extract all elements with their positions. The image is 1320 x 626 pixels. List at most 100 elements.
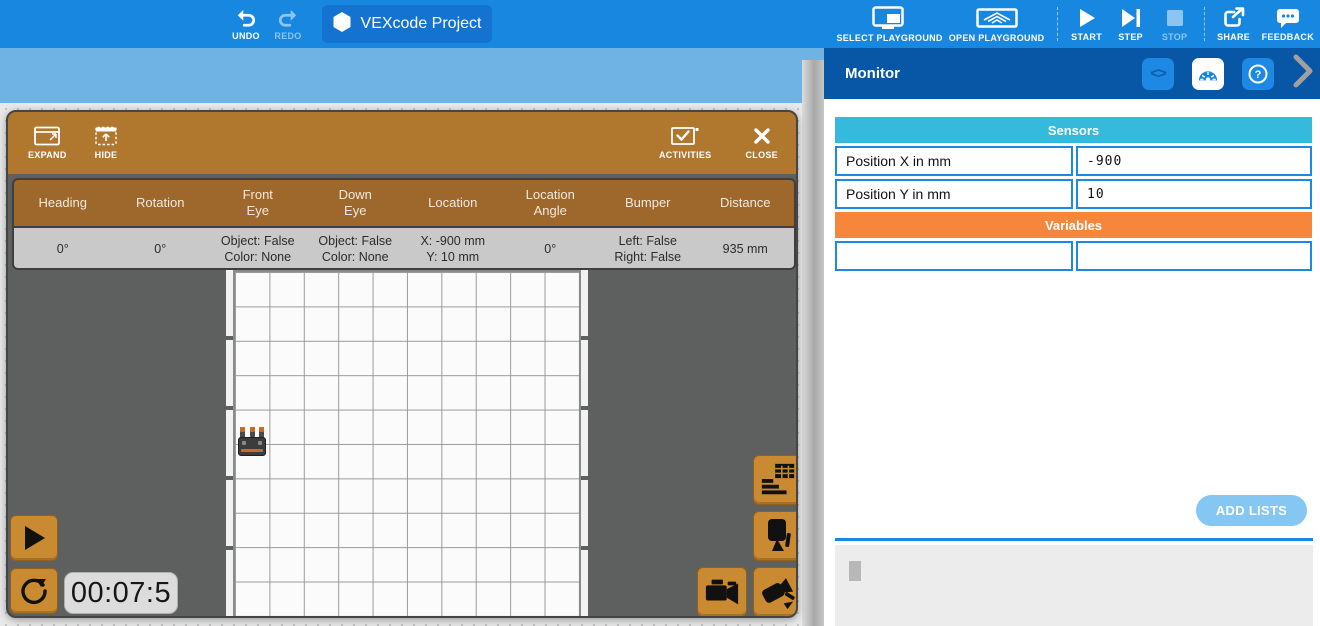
feedback-button[interactable]: FEEDBACK [1262, 7, 1314, 42]
svg-text:?: ? [1255, 69, 1262, 81]
sensors-banner: Sensors [835, 117, 1312, 143]
vertical-scrollbar[interactable] [802, 60, 824, 626]
toolbar-separator [1057, 7, 1058, 41]
robot-stripe [241, 449, 263, 452]
undo-button[interactable]: UNDO [226, 8, 266, 41]
reset-button[interactable] [10, 568, 58, 614]
dashboard-column-header: Distance [697, 180, 795, 226]
hexagon-icon [333, 12, 351, 37]
sensor-value: -900 [1076, 146, 1312, 176]
robot-view-icon [760, 517, 796, 555]
dashboard-column-header: LocationAngle [502, 180, 600, 226]
start-icon [1077, 7, 1097, 29]
close-label: CLOSE [745, 150, 778, 160]
stop-icon [1165, 7, 1185, 29]
open-playground-button[interactable]: OPEN PLAYGROUND [946, 6, 1048, 43]
field-wall-right [581, 270, 588, 618]
stop-button[interactable]: STOP [1155, 7, 1195, 42]
robot-detail-right [258, 441, 262, 445]
close-button[interactable]: CLOSE [745, 126, 778, 160]
dashboard-value-cell: Object: FalseColor: None [307, 228, 405, 270]
video-camera-icon [703, 574, 741, 610]
robot-detail-left [242, 441, 246, 445]
help-button[interactable]: ? [1242, 58, 1274, 90]
gauge-icon [1197, 64, 1219, 84]
dashboard-view-button[interactable] [1192, 58, 1224, 90]
playground-window-header: EXPAND HIDE ACTIVITIES [8, 112, 796, 174]
dashboard-column-header: Heading [14, 180, 112, 226]
code-view-button[interactable]: <> [1142, 58, 1174, 90]
camera-button[interactable] [753, 567, 798, 617]
sensor-label: Position X in mm [835, 146, 1073, 176]
chevron-right-icon [1288, 52, 1316, 90]
variable-name-cell [835, 241, 1073, 271]
robot[interactable] [237, 427, 267, 457]
timer-value: 00:07:5 [71, 577, 171, 610]
play-icon [21, 524, 47, 552]
variables-banner: Variables [835, 212, 1312, 238]
monitor-header: Monitor <> ? [824, 48, 1320, 99]
redo-button[interactable]: REDO [268, 8, 308, 41]
dashboard-value-cell: X: -900 mmY: 10 mm [404, 228, 502, 270]
robot-body [238, 437, 266, 456]
step-label: STEP [1118, 32, 1143, 42]
variables-empty-row [835, 241, 1312, 271]
dashboard-value-cell: 0° [112, 228, 210, 270]
console-area[interactable] [835, 545, 1313, 626]
monitor-divider [835, 538, 1313, 541]
block-palette-strip [0, 48, 824, 103]
start-label: START [1071, 32, 1102, 42]
video-camera-button[interactable] [697, 567, 747, 617]
field-grid [233, 270, 581, 618]
share-label: SHARE [1217, 32, 1250, 42]
camera-icon [759, 573, 797, 611]
undo-icon [235, 8, 257, 28]
dashboard-column-header: Rotation [112, 180, 210, 226]
variable-value-cell [1076, 241, 1312, 271]
top-toolbar: UNDO REDO VEXcode Project SELECT PLAYGRO… [0, 0, 1320, 48]
add-lists-button[interactable]: ADD LISTS [1196, 495, 1307, 526]
code-icon: <> [1150, 65, 1166, 82]
play-button[interactable] [10, 515, 58, 561]
dashboard-column-header: FrontEye [209, 180, 307, 226]
playground-window: EXPAND HIDE ACTIVITIES [6, 110, 798, 618]
feedback-icon [1276, 7, 1300, 29]
select-playground-icon [872, 6, 908, 30]
select-playground-label: SELECT PLAYGROUND [836, 33, 942, 43]
share-button[interactable]: SHARE [1214, 7, 1254, 42]
project-title: VEXcode Project [361, 15, 482, 33]
monitor-table: Sensors Position X in mm-900Position Y i… [835, 117, 1312, 274]
activities-button[interactable]: ACTIVITIES [659, 126, 712, 160]
console-cursor [849, 561, 861, 581]
hide-button[interactable]: HIDE [95, 126, 118, 160]
dashboard-value-cell: Left: FalseRight: False [599, 228, 697, 270]
dashboard-column-header: DownEye [307, 180, 405, 226]
dashboard-value-cell: 935 mm [697, 228, 795, 270]
dashboard-column-header: Location [404, 180, 502, 226]
sensor-value: 10 [1076, 179, 1312, 209]
project-title-button[interactable]: VEXcode Project [322, 5, 492, 43]
select-playground-button[interactable]: SELECT PLAYGROUND [834, 6, 946, 43]
sensor-label: Position Y in mm [835, 179, 1073, 209]
dashboard-value-cell: 0° [502, 228, 600, 270]
collapse-panel-button[interactable] [1288, 52, 1316, 95]
start-button[interactable]: START [1067, 7, 1107, 42]
robot-view-button[interactable] [753, 511, 798, 561]
open-playground-icon [976, 6, 1018, 30]
stop-label: STOP [1162, 32, 1188, 42]
dashboard-value-row: 0°0°Object: FalseColor: NoneObject: Fals… [14, 228, 794, 270]
dashboard-column-header: Bumper [599, 180, 697, 226]
hide-label: HIDE [95, 150, 118, 160]
step-button[interactable]: STEP [1111, 7, 1151, 42]
undo-label: UNDO [232, 31, 260, 41]
timer-display: 00:07:5 [64, 572, 178, 614]
activities-label: ACTIVITIES [659, 150, 712, 160]
data-lists-button[interactable] [753, 455, 798, 505]
expand-button[interactable]: EXPAND [28, 126, 67, 160]
open-playground-label: OPEN PLAYGROUND [949, 33, 1045, 43]
hide-icon [95, 126, 117, 146]
monitor-title: Monitor [845, 65, 900, 82]
field-wall-left [226, 270, 233, 618]
reset-icon [19, 576, 49, 606]
sensor-dashboard-table: HeadingRotationFrontEyeDownEyeLocationLo… [12, 178, 796, 270]
